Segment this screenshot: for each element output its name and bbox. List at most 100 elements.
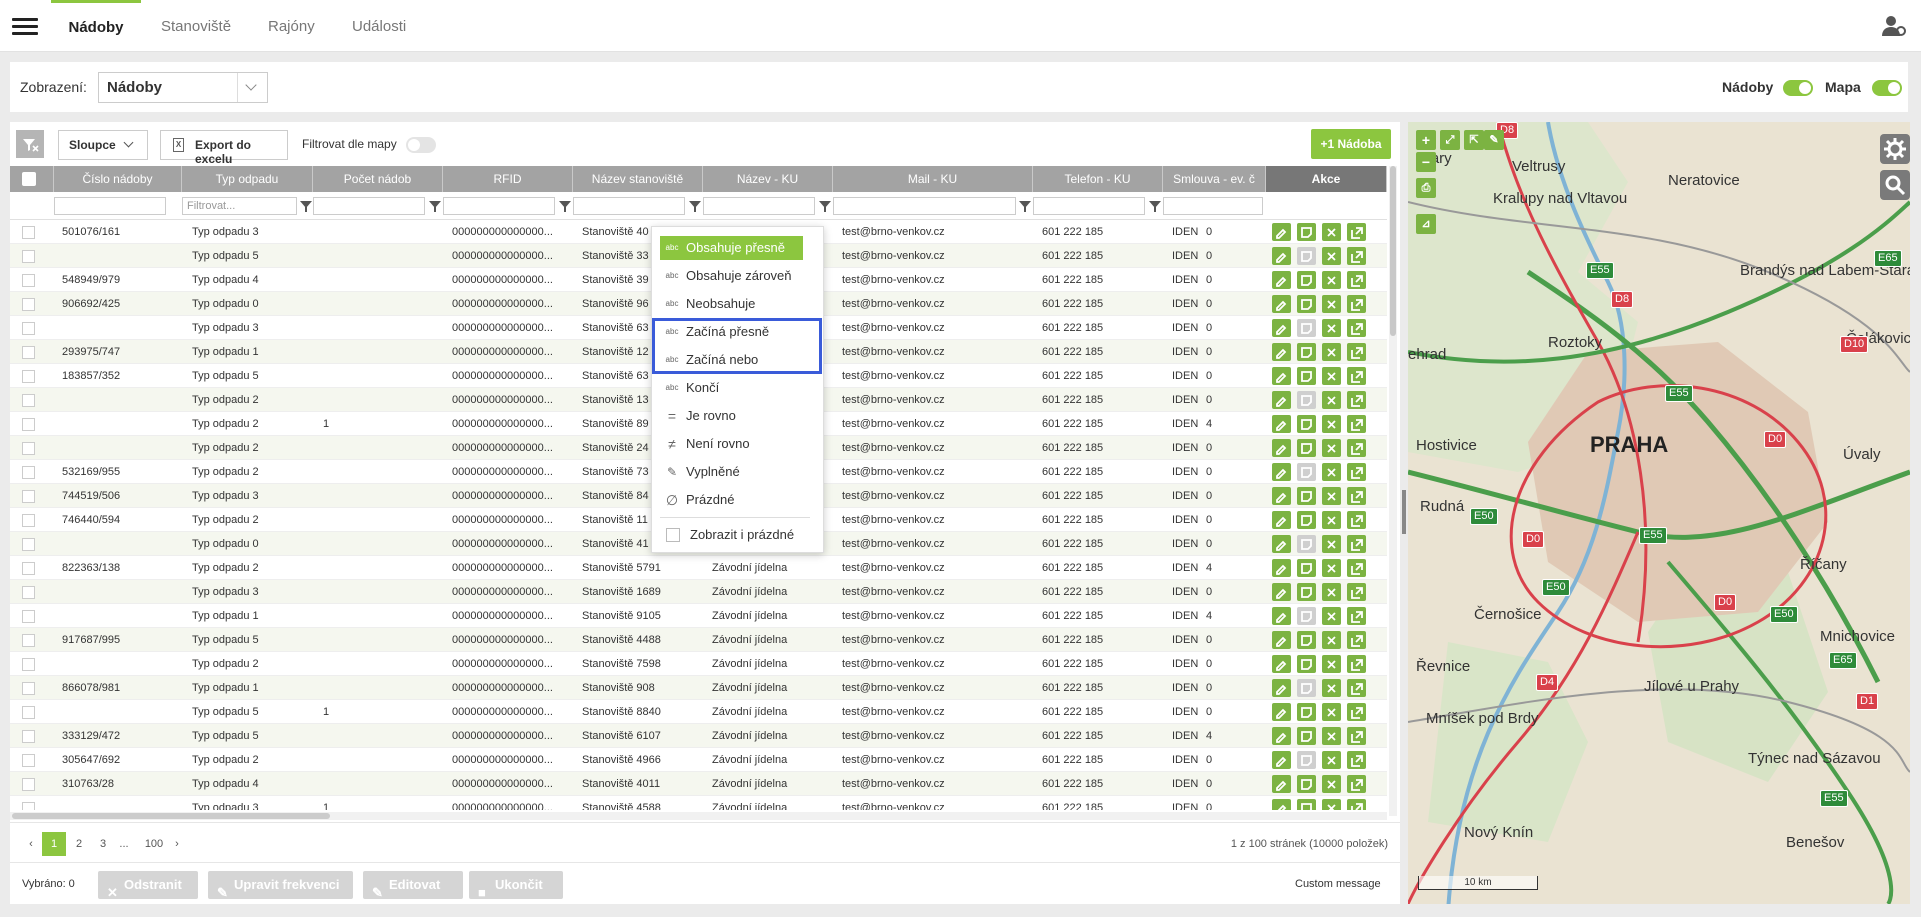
table-row[interactable]: Typ odpadu 5 1 000000000000000... Stanovišt… — [10, 700, 1387, 724]
header-nazev-ku[interactable]: Název - KU — [703, 166, 833, 192]
add-nadoba-button[interactable]: +1 Nádoba — [1311, 129, 1391, 159]
delete-row-icon[interactable] — [1322, 247, 1341, 265]
clear-filter-button[interactable] — [16, 130, 44, 158]
note-icon[interactable] — [1297, 751, 1316, 769]
table-row[interactable]: Typ odpadu 3 1 000000000000000... Stanovišt… — [10, 796, 1387, 810]
row-checkbox[interactable] — [22, 490, 35, 503]
header-telefon-ku[interactable]: Telefon - KU — [1033, 166, 1163, 192]
open-detail-icon[interactable] — [1347, 415, 1366, 433]
delete-row-icon[interactable] — [1322, 679, 1341, 697]
tab-udalosti[interactable]: Události — [352, 0, 406, 52]
open-detail-icon[interactable] — [1347, 343, 1366, 361]
edit-row-icon[interactable] — [1272, 463, 1291, 481]
note-icon[interactable] — [1297, 679, 1316, 697]
note-icon[interactable] — [1297, 703, 1316, 721]
note-icon[interactable] — [1297, 271, 1316, 289]
filter-option-je-rovno[interactable]: = Je rovno — [660, 404, 736, 428]
open-detail-icon[interactable] — [1347, 391, 1366, 409]
toggle-mapa[interactable] — [1872, 80, 1902, 96]
tab-nadoby[interactable]: Nádoby — [51, 0, 141, 52]
filter-option-neobsahuje[interactable]: abc Neobsahuje — [660, 292, 756, 316]
end-button[interactable]: ■ Ukončit — [469, 871, 563, 900]
edit-row-icon[interactable] — [1272, 679, 1291, 697]
edit-row-icon[interactable] — [1272, 607, 1291, 625]
filter-icon[interactable] — [559, 201, 571, 212]
row-checkbox[interactable] — [22, 802, 35, 810]
zoom-out-button[interactable]: − — [1416, 152, 1436, 172]
table-row[interactable]: 866078/981 Typ odpadu 1 000000000000000...… — [10, 676, 1387, 700]
row-checkbox[interactable] — [22, 394, 35, 407]
table-row[interactable]: 310763/28 Typ odpadu 4 000000000000000... S… — [10, 772, 1387, 796]
edit-row-icon[interactable] — [1272, 535, 1291, 553]
header-select-all[interactable] — [10, 166, 54, 192]
table-row[interactable]: Typ odpadu 2 000000000000000... Stanoviště… — [10, 652, 1387, 676]
prev-page-icon[interactable]: ‹ — [24, 832, 38, 856]
open-detail-icon[interactable] — [1347, 751, 1366, 769]
note-icon[interactable] — [1297, 511, 1316, 529]
filter-icon[interactable] — [1019, 201, 1031, 212]
filter-option-vyplnene[interactable]: ✎ Vyplněné — [660, 460, 740, 484]
filter-input-telefon[interactable] — [1033, 197, 1145, 215]
filter-input-stanoviste[interactable] — [573, 197, 685, 215]
filter-option-konci[interactable]: abc Končí — [660, 376, 720, 400]
layer-icon[interactable]: ⊿ — [1416, 214, 1436, 234]
row-checkbox[interactable] — [22, 346, 35, 359]
filter-option-zacina-presne[interactable]: abc Začíná přesně — [660, 320, 770, 344]
filter-input-cislo[interactable] — [54, 197, 166, 215]
row-checkbox[interactable] — [22, 754, 35, 767]
note-icon[interactable] — [1297, 583, 1316, 601]
tab-stanoviste[interactable]: Stanoviště — [161, 0, 231, 52]
filter-map-toggle[interactable] — [406, 137, 436, 153]
delete-row-icon[interactable] — [1322, 799, 1341, 810]
delete-row-icon[interactable] — [1322, 607, 1341, 625]
gear-icon[interactable] — [1880, 134, 1910, 164]
note-icon[interactable] — [1297, 367, 1316, 385]
export-excel-button[interactable]: X Export do excelu — [160, 130, 288, 166]
edit-row-icon[interactable] — [1272, 487, 1291, 505]
delete-row-icon[interactable] — [1322, 391, 1341, 409]
delete-row-icon[interactable] — [1322, 463, 1341, 481]
delete-row-icon[interactable] — [1322, 415, 1341, 433]
page-1[interactable]: 1 — [42, 832, 66, 856]
edit-row-icon[interactable] — [1272, 343, 1291, 361]
checkbox[interactable] — [666, 528, 680, 542]
delete-row-icon[interactable] — [1322, 295, 1341, 313]
delete-row-icon[interactable] — [1322, 367, 1341, 385]
row-checkbox[interactable] — [22, 730, 35, 743]
edit-row-icon[interactable] — [1272, 511, 1291, 529]
delete-row-icon[interactable] — [1322, 439, 1341, 457]
filter-input-smlouva[interactable] — [1163, 197, 1263, 215]
row-checkbox[interactable] — [22, 298, 35, 311]
row-checkbox[interactable] — [22, 322, 35, 335]
header-cislo-nadoby[interactable]: Číslo nádoby — [54, 166, 182, 192]
horizontal-scrollbar[interactable] — [10, 812, 1387, 820]
row-checkbox[interactable] — [22, 538, 35, 551]
map[interactable]: lvary Kralupy nad Vltavou Veltrusy Nerat… — [1408, 122, 1910, 904]
page-3[interactable]: 3 — [94, 832, 112, 856]
open-detail-icon[interactable] — [1347, 631, 1366, 649]
note-icon[interactable] — [1297, 631, 1316, 649]
edit-row-icon[interactable] — [1272, 439, 1291, 457]
note-icon[interactable] — [1297, 655, 1316, 673]
delete-row-icon[interactable] — [1322, 511, 1341, 529]
edit-row-icon[interactable] — [1272, 247, 1291, 265]
print-icon[interactable]: ⎙ — [1416, 178, 1436, 198]
filter-input-ku[interactable] — [703, 197, 815, 215]
note-icon[interactable] — [1297, 487, 1316, 505]
note-icon[interactable] — [1297, 799, 1316, 810]
filter-option-neni-rovno[interactable]: ≠ Není rovno — [660, 432, 749, 456]
filter-option-zacina-nebo[interactable]: abc Začíná nebo — [660, 348, 759, 372]
vertical-scrollbar[interactable] — [1389, 166, 1397, 816]
note-icon[interactable] — [1297, 607, 1316, 625]
filter-input-rfid[interactable] — [443, 197, 555, 215]
row-checkbox[interactable] — [22, 274, 35, 287]
filter-icon[interactable] — [1149, 201, 1161, 212]
open-detail-icon[interactable] — [1347, 511, 1366, 529]
filter-icon[interactable] — [429, 201, 441, 212]
row-checkbox[interactable] — [22, 778, 35, 791]
open-detail-icon[interactable] — [1347, 583, 1366, 601]
row-checkbox[interactable] — [22, 562, 35, 575]
open-detail-icon[interactable] — [1347, 463, 1366, 481]
note-icon[interactable] — [1297, 775, 1316, 793]
filter-input-mail[interactable] — [833, 197, 1016, 215]
